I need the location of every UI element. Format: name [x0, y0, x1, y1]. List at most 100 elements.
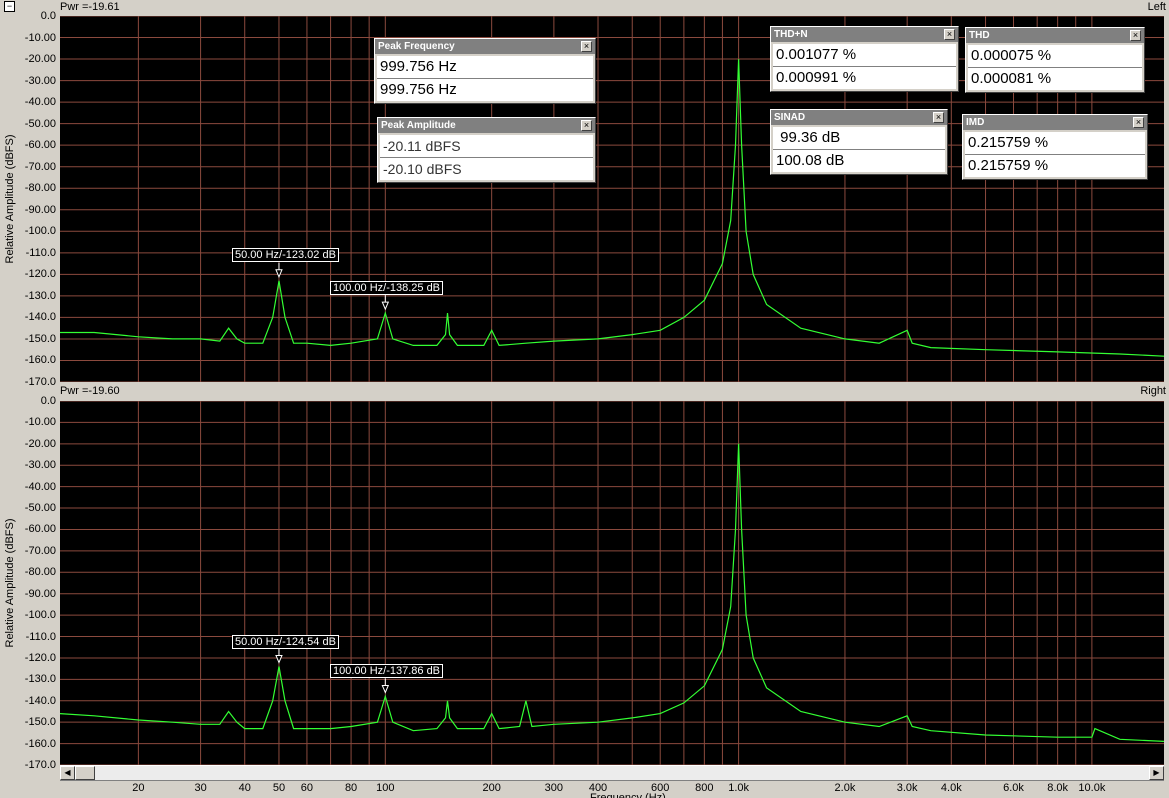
close-icon[interactable]: ×: [933, 112, 944, 123]
y-tick-label: -140.0: [24, 311, 56, 324]
top-y-axis-title: Relative Amplitude (dBFS): [4, 134, 16, 264]
close-icon[interactable]: ×: [1130, 30, 1141, 41]
spectrum-trace: [60, 443, 1164, 742]
y-tick-label: -20.00: [24, 437, 56, 450]
peak-frequency-left: 999.756 Hz: [377, 56, 593, 79]
x-tick-label: 300: [544, 782, 564, 794]
x-tick-label: 30: [194, 782, 207, 794]
bottom-marker-100hz[interactable]: 100.00 Hz/-137.86 dB: [330, 664, 444, 678]
bottom-power-readout: Pwr =-19.60: [60, 385, 120, 397]
x-tick-label: 3.0k: [896, 782, 918, 794]
y-tick-label: -90.00: [24, 203, 56, 216]
y-tick-label: -120.0: [24, 651, 56, 664]
imd-title[interactable]: IMD ×: [963, 115, 1147, 130]
y-tick-label: 0.0: [40, 395, 56, 407]
y-tick-label: -80.00: [24, 566, 56, 579]
horizontal-scrollbar[interactable]: ◀ ▶: [60, 765, 1164, 781]
x-tick-label: 200: [482, 782, 501, 794]
sinad-panel[interactable]: SINAD × 99.36 dB 100.08 dB: [770, 109, 948, 175]
peak-amplitude-panel[interactable]: Peak Amplitude × -20.11 dBFS -20.10 dBFS: [377, 117, 596, 183]
y-tick-label: -50.00: [24, 117, 56, 130]
thd-panel[interactable]: THD × 0.000075 % 0.000081 %: [965, 27, 1145, 93]
arrow-right-icon[interactable]: ▶: [1149, 766, 1164, 780]
y-tick-label: -160.0: [24, 354, 56, 367]
y-tick-label: -90.00: [24, 587, 56, 600]
y-tick-label: -150.0: [24, 716, 56, 729]
x-axis-title: Frequency (Hz): [590, 792, 666, 798]
y-tick-label: -110.0: [25, 630, 56, 643]
x-tick-label: 10.0k: [1078, 782, 1106, 794]
close-icon[interactable]: ×: [1133, 117, 1144, 128]
y-tick-label: -10.00: [24, 416, 56, 429]
close-icon[interactable]: ×: [944, 29, 955, 40]
spectrum-analyzer-window: − Pwr =-19.61 Left Relative Amplitude (d…: [0, 0, 1169, 798]
y-tick-label: -30.00: [24, 459, 56, 472]
y-tick-label: -110.0: [25, 246, 56, 259]
imd-panel[interactable]: IMD × 0.215759 % 0.215759 %: [962, 114, 1148, 180]
y-tick-label: -30.00: [24, 74, 56, 87]
x-tick-label: 6.0k: [1003, 782, 1024, 794]
x-tick-label: 1.0k: [728, 782, 749, 794]
imd-right: 0.215759 %: [965, 155, 1145, 177]
peak-amplitude-title[interactable]: Peak Amplitude ×: [378, 118, 595, 133]
bottom-pane-header: Pwr =-19.60 Right: [60, 384, 1168, 399]
y-tick-label: -80.00: [24, 182, 56, 195]
x-tick-label: 40: [238, 782, 251, 794]
imd-left: 0.215759 %: [965, 132, 1145, 155]
y-tick-label: 0.0: [40, 10, 56, 22]
spectrum-trace: [60, 59, 1164, 357]
y-tick-label: -70.00: [24, 160, 56, 173]
top-pane-header: Pwr =-19.61 Left: [60, 0, 1168, 15]
x-tick-label: 50: [272, 782, 286, 794]
thd-n-panel[interactable]: THD+N × 0.001077 % 0.000991 %: [770, 26, 959, 92]
scrollbar-thumb[interactable]: [75, 766, 95, 780]
y-tick-label: -100.0: [24, 609, 56, 622]
thd-left: 0.000075 %: [968, 45, 1142, 68]
peak-frequency-title[interactable]: Peak Frequency ×: [375, 39, 595, 54]
peak-amplitude-left: -20.11 dBFS: [380, 135, 593, 158]
x-tick-label: 2.0k: [834, 782, 856, 794]
bottom-marker-50hz-arrow[interactable]: [275, 655, 283, 664]
top-marker-50hz[interactable]: 50.00 Hz/-123.02 dB: [232, 248, 339, 262]
thd-n-left: 0.001077 %: [773, 44, 956, 67]
bottom-marker-50hz[interactable]: 50.00 Hz/-124.54 dB: [232, 635, 339, 649]
sinad-right: 100.08 dB: [773, 150, 945, 172]
peak-frequency-panel[interactable]: Peak Frequency × 999.756 Hz 999.756 Hz: [374, 38, 596, 104]
thd-n-title[interactable]: THD+N ×: [771, 27, 958, 42]
y-tick-label: -140.0: [24, 694, 56, 707]
sinad-title[interactable]: SINAD ×: [771, 110, 947, 125]
y-tick-label: -40.00: [24, 96, 56, 109]
close-icon[interactable]: ×: [581, 41, 592, 52]
y-tick-label: -130.0: [24, 289, 56, 302]
y-tick-label: -20.00: [24, 53, 56, 66]
sinad-left: 99.36 dB: [773, 127, 945, 150]
x-tick-label: 20: [132, 782, 145, 794]
top-marker-100hz[interactable]: 100.00 Hz/-138.25 dB: [330, 281, 444, 295]
x-tick-label: 8.0k: [1047, 782, 1069, 794]
x-tick-label: 60: [300, 782, 314, 794]
y-tick-label: -60.00: [24, 139, 56, 152]
y-tick-label: -10.00: [24, 31, 56, 44]
y-tick-label: -70.00: [24, 544, 56, 557]
close-icon[interactable]: ×: [581, 120, 592, 131]
bottom-spectrum-plot[interactable]: [60, 401, 1164, 765]
y-tick-label: -100.0: [24, 225, 56, 238]
bottom-spectrum-svg: [60, 401, 1164, 765]
y-tick-label: -60.00: [24, 523, 56, 536]
bottom-y-axis-title: Relative Amplitude (dBFS): [4, 518, 16, 648]
peak-amplitude-right: -20.10 dBFS: [380, 158, 593, 180]
arrow-left-icon[interactable]: ◀: [60, 766, 75, 780]
y-tick-label: -170.0: [24, 759, 56, 771]
x-tick-label: 80: [344, 782, 358, 794]
thd-n-right: 0.000991 %: [773, 67, 956, 89]
y-tick-label: -40.00: [24, 480, 56, 493]
thd-title[interactable]: THD ×: [966, 28, 1144, 43]
bottom-marker-100hz-arrow[interactable]: [381, 684, 390, 694]
y-tick-label: -120.0: [24, 268, 56, 281]
y-tick-label: -150.0: [24, 332, 56, 345]
top-marker-100hz-arrow[interactable]: [381, 301, 390, 311]
top-marker-50hz-arrow[interactable]: [275, 269, 283, 279]
y-tick-label: -170.0: [24, 376, 56, 388]
top-power-readout: Pwr =-19.61: [60, 1, 120, 13]
thd-right: 0.000081 %: [968, 68, 1142, 90]
